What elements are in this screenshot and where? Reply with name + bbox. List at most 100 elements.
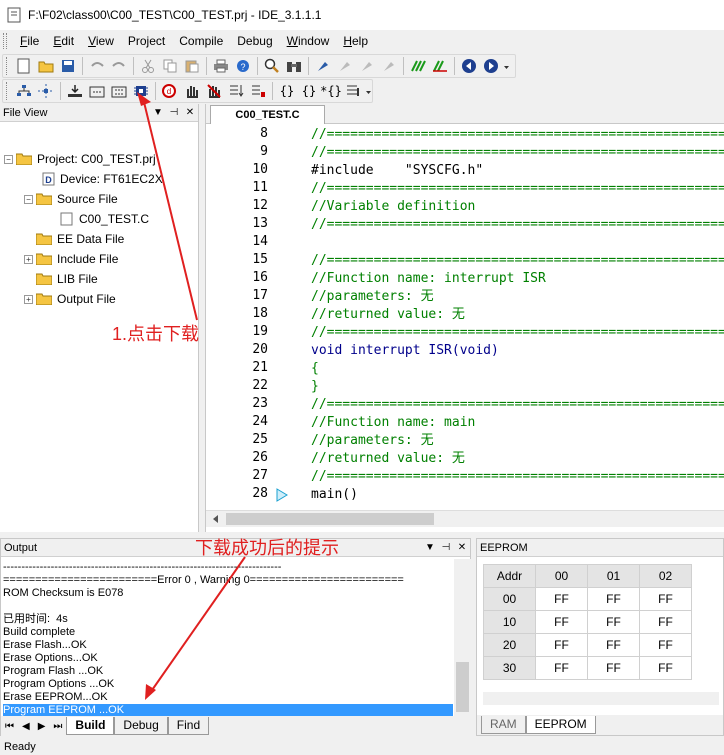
code-line[interactable]: main(): [311, 486, 358, 504]
hand-stop-icon[interactable]: [203, 80, 225, 102]
code-line[interactable]: //======================================…: [311, 468, 724, 486]
value-cell[interactable]: FF: [535, 610, 588, 634]
pin-icon[interactable]: ⊣: [438, 542, 454, 553]
cut-icon[interactable]: [137, 55, 159, 77]
tab-debug[interactable]: Debug: [114, 717, 168, 735]
tab-nav-next-icon[interactable]: ▶: [34, 721, 50, 732]
tab-build[interactable]: Build: [66, 717, 115, 735]
tree-node-source[interactable]: − Source File: [24, 190, 118, 208]
bookmark-next-icon[interactable]: [334, 55, 356, 77]
output-line[interactable]: Program Flash ...OK: [3, 665, 453, 678]
code-line[interactable]: }: [311, 378, 319, 396]
code-line[interactable]: //Variable definition: [311, 198, 475, 216]
tree-node-device[interactable]: D Device: FT61EC2X: [42, 170, 163, 188]
tab-nav-last-icon[interactable]: ⏭: [49, 721, 66, 732]
panel-menu-icon[interactable]: ▼: [150, 107, 166, 118]
tab-ram[interactable]: RAM: [481, 716, 526, 734]
code-line[interactable]: //parameters: 无: [311, 288, 434, 306]
code-line[interactable]: //======================================…: [311, 252, 724, 270]
code-line[interactable]: #include "SYSCFG.h": [311, 162, 483, 180]
value-cell[interactable]: FF: [535, 633, 588, 657]
output-line[interactable]: ROM Checksum is E078: [3, 587, 453, 600]
bookmark-clear-icon[interactable]: [378, 55, 400, 77]
uncomment-lines-icon[interactable]: [429, 55, 451, 77]
tree-node-project[interactable]: − Project: C00_TEST.prj: [4, 150, 156, 168]
value-cell[interactable]: FF: [587, 656, 640, 680]
comment-lines-icon[interactable]: [407, 55, 429, 77]
value-cell[interactable]: FF: [639, 587, 692, 611]
tab-nav-first-icon[interactable]: ⏮: [1, 721, 18, 732]
tab-find[interactable]: Find: [167, 717, 210, 735]
close-icon[interactable]: ✕: [182, 107, 198, 118]
code-line[interactable]: {: [311, 360, 319, 378]
menu-edit[interactable]: Edit: [46, 34, 81, 48]
horizontal-scrollbar[interactable]: [206, 510, 724, 527]
menu-file[interactable]: File: [13, 34, 46, 48]
code-line[interactable]: //======================================…: [311, 216, 724, 234]
value-cell[interactable]: FF: [587, 610, 640, 634]
code-line[interactable]: //======================================…: [311, 180, 724, 198]
code-line[interactable]: //======================================…: [311, 324, 724, 342]
code-line[interactable]: //parameters: 无: [311, 432, 434, 450]
output-line[interactable]: Erase Options...OK: [3, 652, 453, 665]
rebuild-icon[interactable]: [108, 80, 130, 102]
code-line[interactable]: void interrupt ISR(void): [311, 342, 499, 360]
value-cell[interactable]: FF: [535, 587, 588, 611]
output-line[interactable]: Build complete: [3, 626, 453, 639]
open-folder-icon[interactable]: [35, 55, 57, 77]
expand-icon[interactable]: +: [24, 254, 33, 264]
menu-window[interactable]: Window: [280, 34, 337, 48]
panel-menu-icon[interactable]: ▼: [422, 542, 438, 553]
output-line[interactable]: Erase Flash...OK: [3, 639, 453, 652]
code-line[interactable]: //Function name: interrupt ISR: [311, 270, 546, 288]
menu-help[interactable]: Help: [336, 34, 375, 48]
close-icon[interactable]: ✕: [454, 542, 470, 553]
collapse-icon[interactable]: −: [4, 154, 13, 164]
tree-node-output[interactable]: + Output File: [24, 290, 116, 308]
debug-icon[interactable]: d: [159, 80, 181, 102]
print-icon[interactable]: [210, 55, 232, 77]
output-line[interactable]: Erase EEPROM...OK: [3, 691, 453, 704]
undo-icon[interactable]: [86, 55, 108, 77]
scroll-thumb[interactable]: [456, 662, 469, 712]
build-icon[interactable]: [86, 80, 108, 102]
code-line[interactable]: //returned value: 无: [311, 306, 465, 324]
value-cell[interactable]: FF: [639, 656, 692, 680]
collapse-icon[interactable]: −: [24, 194, 33, 204]
code-line[interactable]: //Function name: main: [311, 414, 475, 432]
step-out-icon[interactable]: *{}: [320, 80, 342, 102]
horizontal-scrollbar[interactable]: [483, 692, 719, 705]
copy-icon[interactable]: [159, 55, 181, 77]
help-icon[interactable]: ?: [232, 55, 254, 77]
scroll-left-icon[interactable]: [210, 513, 222, 525]
output-line[interactable]: 已用时间: 4s: [3, 613, 453, 626]
output-line[interactable]: Program Options ...OK: [3, 678, 453, 691]
value-cell[interactable]: FF: [639, 610, 692, 634]
step-into-icon[interactable]: {}: [276, 80, 298, 102]
project-tree-icon[interactable]: [13, 80, 35, 102]
value-cell[interactable]: FF: [639, 633, 692, 657]
output-line[interactable]: [3, 600, 453, 613]
pin-icon[interactable]: ⊣: [166, 107, 182, 118]
find-icon[interactable]: [261, 55, 283, 77]
nav-forward-icon[interactable]: [480, 55, 502, 77]
redo-icon[interactable]: [108, 55, 130, 77]
project-nodes-icon[interactable]: [35, 80, 57, 102]
scroll-thumb[interactable]: [226, 513, 434, 525]
compile-icon[interactable]: [64, 80, 86, 102]
tab-eeprom[interactable]: EEPROM: [525, 716, 596, 734]
clear-list-icon[interactable]: [247, 80, 269, 102]
save-icon[interactable]: [57, 55, 79, 77]
toolbar-overflow-icon[interactable]: [502, 55, 510, 77]
tree-node-c00-test[interactable]: C00_TEST.C: [60, 210, 149, 228]
menu-view[interactable]: View: [81, 34, 121, 48]
bookmark-toggle-icon[interactable]: [312, 55, 334, 77]
output-line[interactable]: ========================Error 0 , Warnin…: [3, 574, 453, 587]
tree-node-ee-data[interactable]: EE Data File: [36, 230, 124, 248]
tree-node-lib[interactable]: LIB File: [36, 270, 98, 288]
menu-compile[interactable]: Compile: [172, 34, 230, 48]
editor-tab[interactable]: C00_TEST.C: [210, 105, 325, 124]
code-line[interactable]: //======================================…: [311, 126, 724, 144]
nav-back-icon[interactable]: [458, 55, 480, 77]
output-line[interactable]: ----------------------------------------…: [3, 561, 453, 574]
